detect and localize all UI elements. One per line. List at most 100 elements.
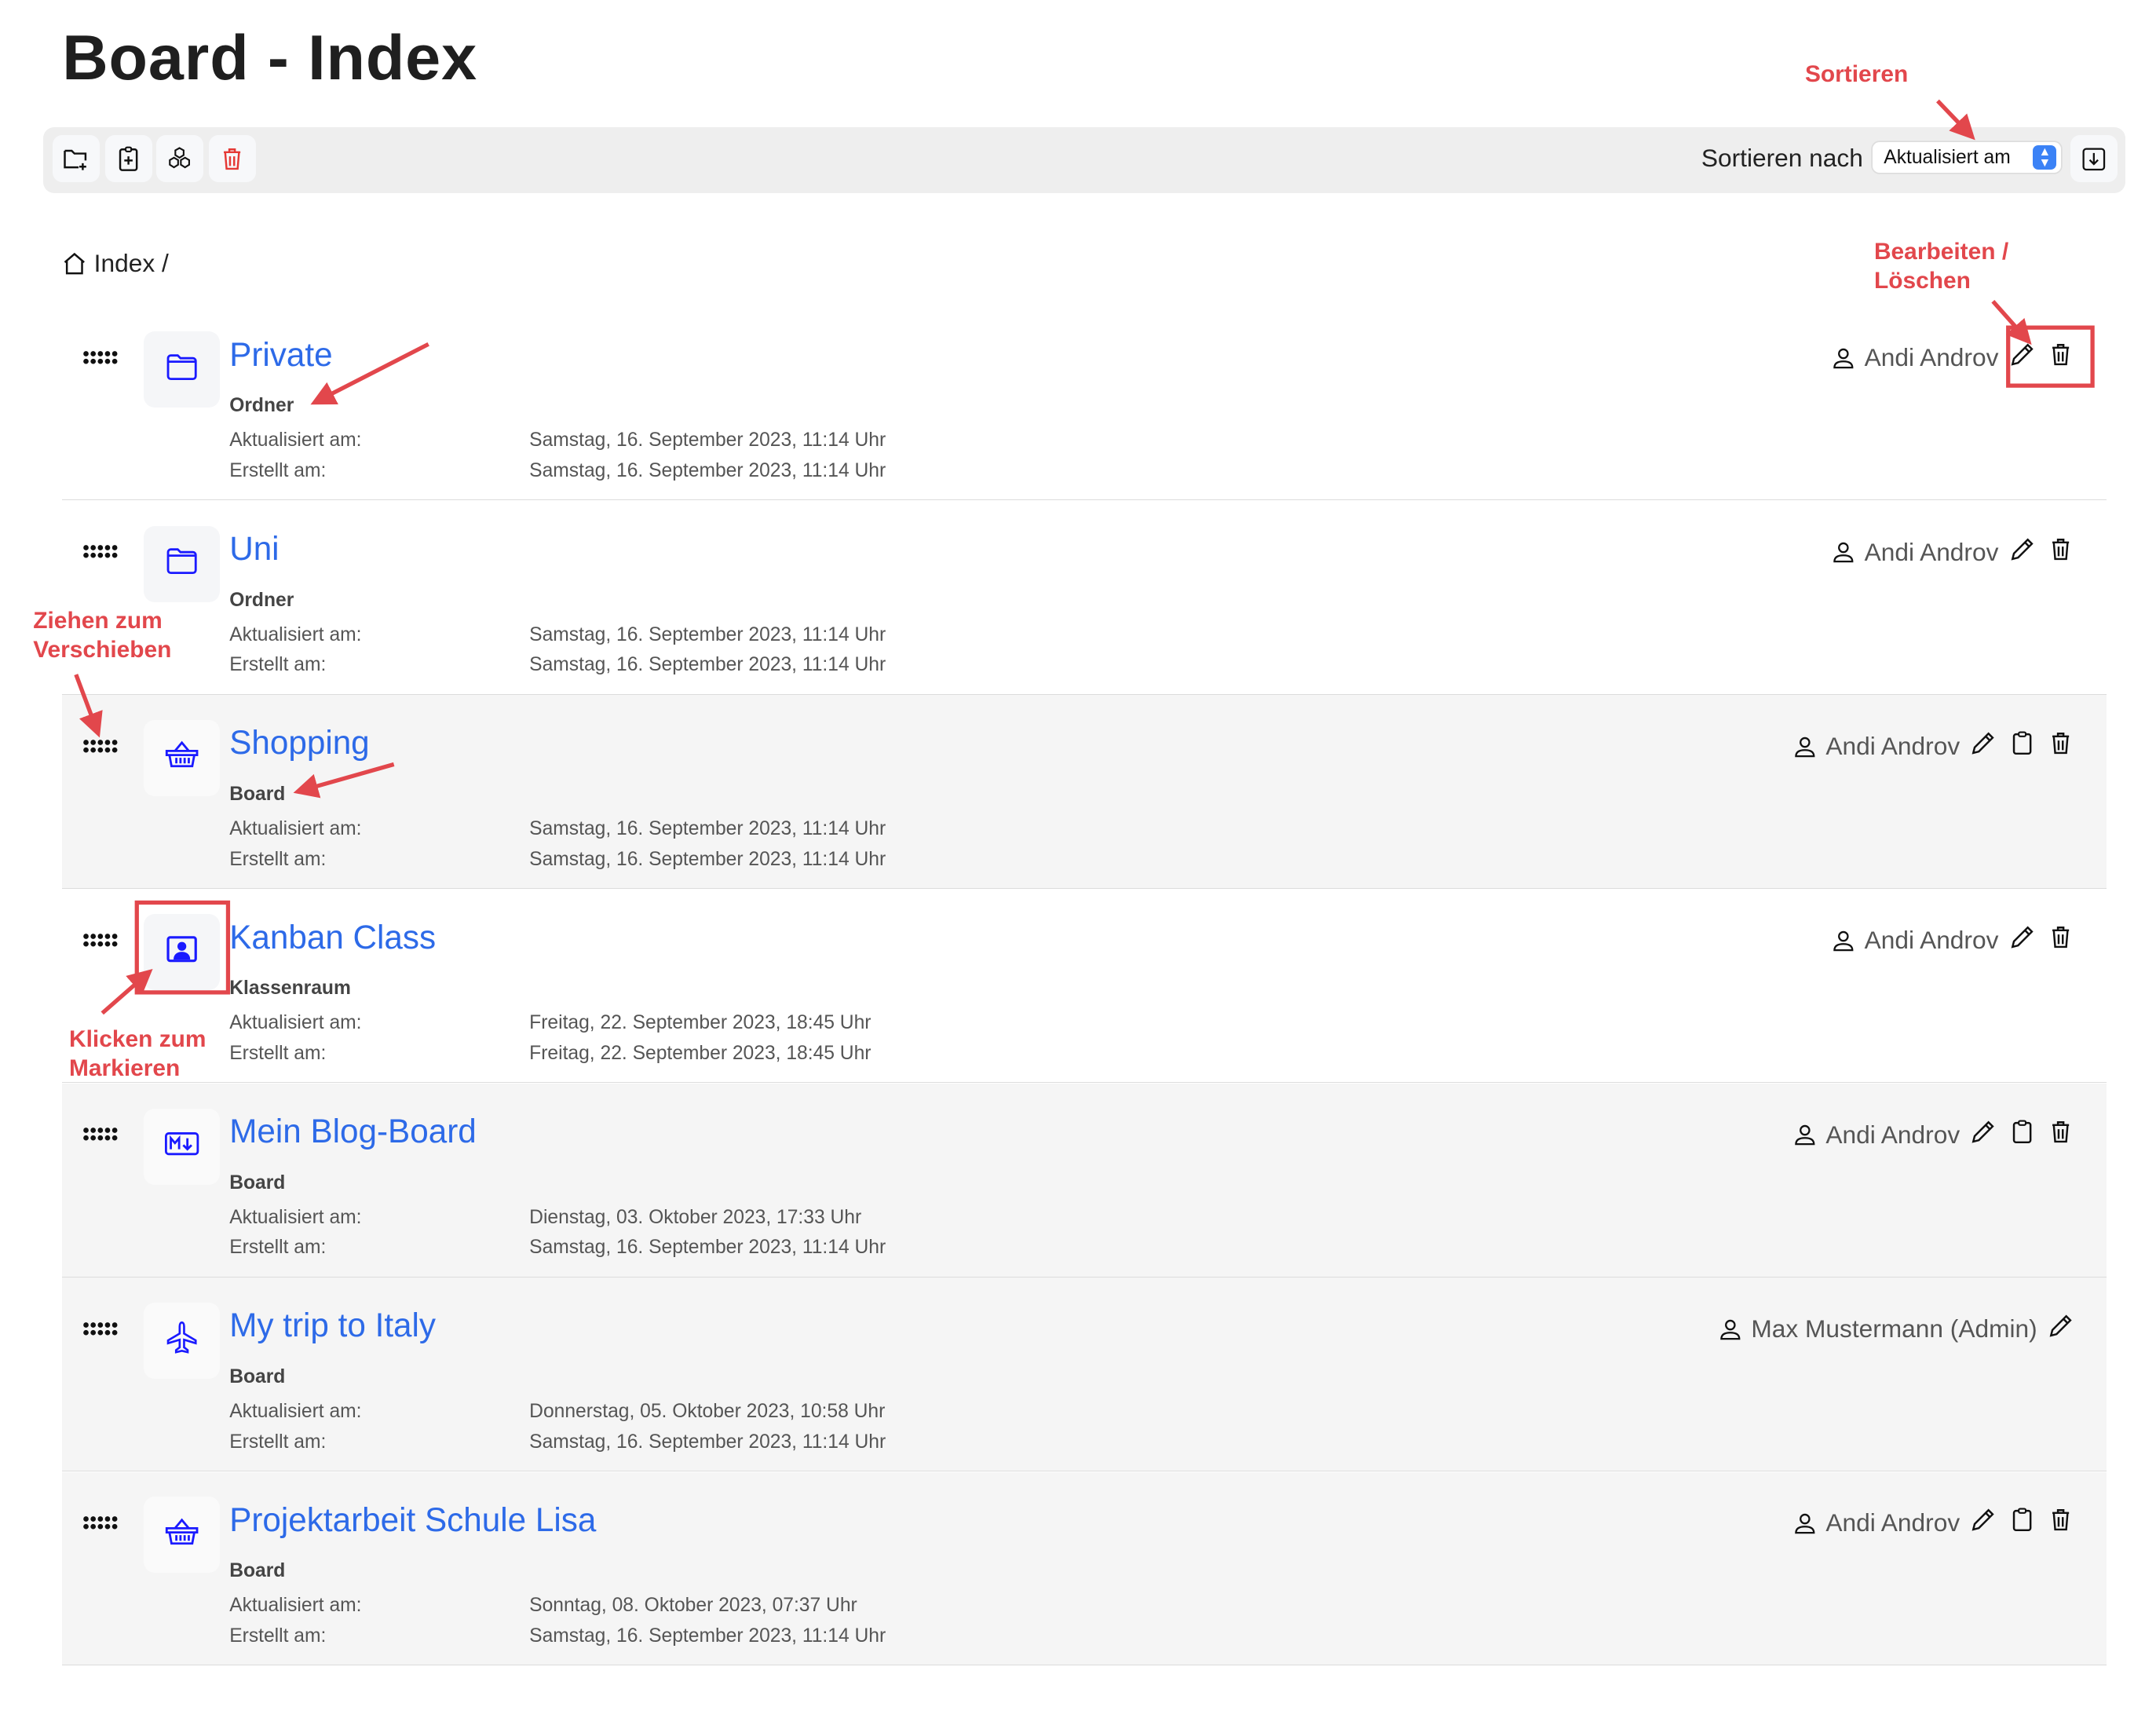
sort-select[interactable]: Aktualisiert am ▲ ▼ <box>1873 142 2061 174</box>
drag-handle-icon[interactable] <box>82 1321 119 1336</box>
clipboard-plus-icon <box>119 146 138 171</box>
updated-value: Samstag, 16. September 2023, 11:14 Uhr <box>529 623 886 645</box>
updated-label: Aktualisiert am: <box>229 430 362 451</box>
drag-handle-icon[interactable] <box>82 1516 119 1530</box>
item-title-link[interactable]: My trip to Italy <box>229 1307 436 1344</box>
item-type: Board <box>229 1172 286 1193</box>
edit-button[interactable] <box>2045 1314 2076 1344</box>
drag-handle-icon[interactable] <box>82 934 119 948</box>
owner-name: Andi Androv <box>1825 732 1960 761</box>
sort-direction-button[interactable] <box>2070 135 2118 183</box>
owner-name: Andi Androv <box>1864 343 1999 372</box>
copy-button[interactable] <box>2007 1120 2037 1150</box>
item-type: Board <box>229 1366 286 1388</box>
edit-button[interactable] <box>1968 1120 1999 1150</box>
select-item-button[interactable] <box>144 1497 220 1574</box>
edit-button[interactable] <box>2007 343 2037 374</box>
created-label: Erstellt am: <box>229 1237 327 1259</box>
item-title-link[interactable]: Shopping <box>229 724 370 762</box>
updated-label: Aktualisiert am: <box>229 623 362 645</box>
delete-button[interactable] <box>2045 926 2076 956</box>
created-value: Samstag, 16. September 2023, 11:14 Uhr <box>529 1431 886 1453</box>
owner-name: Andi Androv <box>1864 926 1999 955</box>
drag-handle-icon[interactable] <box>82 351 119 365</box>
select-item-button[interactable] <box>144 1303 220 1379</box>
delete-button[interactable] <box>2045 1120 2076 1150</box>
edit-button[interactable] <box>2007 537 2037 568</box>
page-title: Board - Index <box>62 23 478 94</box>
created-value: Samstag, 16. September 2023, 11:14 Uhr <box>529 1237 886 1259</box>
created-label: Erstellt am: <box>229 848 327 870</box>
updated-label: Aktualisiert am: <box>229 1012 362 1034</box>
updated-label: Aktualisiert am: <box>229 1401 362 1423</box>
folder-plus-icon <box>64 149 87 170</box>
created-value: Samstag, 16. September 2023, 11:14 Uhr <box>529 848 886 870</box>
basket-icon <box>163 736 201 780</box>
delete-button[interactable] <box>2045 343 2076 374</box>
owner-name: Andi Androv <box>1864 537 1999 566</box>
item-actions: Andi Androv <box>1792 1508 2076 1538</box>
delete-button[interactable] <box>2045 731 2076 762</box>
annotation-drag-line1: Ziehen zum <box>33 607 163 634</box>
select-item-button[interactable] <box>144 1108 220 1185</box>
select-item-button[interactable] <box>144 914 220 991</box>
annotation-select: Klicken zum Markieren <box>69 1025 206 1084</box>
edit-button[interactable] <box>1968 1508 1999 1538</box>
clipboard-icon <box>2008 729 2036 763</box>
new-classroom-button[interactable] <box>155 135 203 183</box>
item-type: Klassenraum <box>229 978 351 1000</box>
item-actions: Max Mustermann (Admin) <box>1718 1314 2076 1344</box>
drag-handle-icon[interactable] <box>82 1128 119 1142</box>
item-title-link[interactable]: Kanban Class <box>229 919 436 956</box>
page: Board - Index Sortieren nach Aktualisier… <box>0 0 2156 1718</box>
annotation-drag: Ziehen zum Verschieben <box>33 607 171 665</box>
item-title-link[interactable]: Private <box>229 336 332 374</box>
pencil-icon <box>1969 729 1997 763</box>
pencil-icon <box>1969 1118 1997 1152</box>
drag-handle-icon[interactable] <box>82 545 119 559</box>
delete-button[interactable] <box>2045 1508 2076 1538</box>
item-actions: Andi Androv <box>1831 926 2076 956</box>
breadcrumb-index[interactable]: Index <box>94 249 155 278</box>
item-title-link[interactable]: Uni <box>229 530 279 568</box>
list-item: Projektarbeit Schule Lisa Board Aktualis… <box>62 1471 2107 1666</box>
pencil-icon <box>2008 341 2036 375</box>
item-actions: Andi Androv <box>1792 1120 2076 1150</box>
select-item-button[interactable] <box>144 525 220 602</box>
trash-icon <box>2047 1118 2074 1152</box>
list-item: Mein Blog-Board Board Aktualisiert am: D… <box>62 1084 2107 1278</box>
delete-selected-button[interactable] <box>208 135 256 183</box>
annotation-sort: Sortieren <box>1804 61 1909 88</box>
trash-icon <box>2047 1506 2074 1540</box>
item-type: Ordner <box>229 589 294 611</box>
item-title-link[interactable]: Projektarbeit Schule Lisa <box>229 1501 596 1539</box>
created-label: Erstellt am: <box>229 1431 327 1453</box>
edit-button[interactable] <box>2007 926 2037 956</box>
item-title-link[interactable]: Mein Blog-Board <box>229 1113 477 1150</box>
copy-button[interactable] <box>2007 731 2037 762</box>
clipboard-icon <box>2008 1506 2036 1540</box>
created-value: Samstag, 16. September 2023, 11:14 Uhr <box>529 1625 886 1647</box>
home-icon[interactable] <box>62 251 87 276</box>
created-value: Freitag, 22. September 2023, 18:45 Uhr <box>529 1043 872 1065</box>
delete-button[interactable] <box>2045 537 2076 568</box>
select-item-button[interactable] <box>144 331 220 408</box>
select-item-button[interactable] <box>144 720 220 796</box>
list-item: Shopping Board Aktualisiert am: Samstag,… <box>62 695 2107 889</box>
list-item: Private Ordner Aktualisiert am: Samstag,… <box>62 307 2107 501</box>
created-value: Samstag, 16. September 2023, 11:14 Uhr <box>529 460 886 482</box>
copy-button[interactable] <box>2007 1508 2037 1538</box>
edit-button[interactable] <box>1968 731 1999 762</box>
drag-handle-icon[interactable] <box>82 739 119 754</box>
item-actions: Andi Androv <box>1831 343 2076 374</box>
annotation-edit-delete-line1: Bearbeiten / <box>1873 238 2009 265</box>
markdown-icon <box>163 1124 201 1168</box>
new-board-button[interactable] <box>104 135 152 183</box>
list-item: My trip to Italy Board Aktualisiert am: … <box>62 1278 2107 1471</box>
created-label: Erstellt am: <box>229 1625 327 1647</box>
new-folder-button[interactable] <box>52 135 100 183</box>
item-actions: Andi Androv <box>1792 731 2076 762</box>
updated-label: Aktualisiert am: <box>229 1595 362 1617</box>
pencil-icon <box>1969 1506 1997 1540</box>
annotation-select-line2: Markieren <box>69 1055 181 1082</box>
